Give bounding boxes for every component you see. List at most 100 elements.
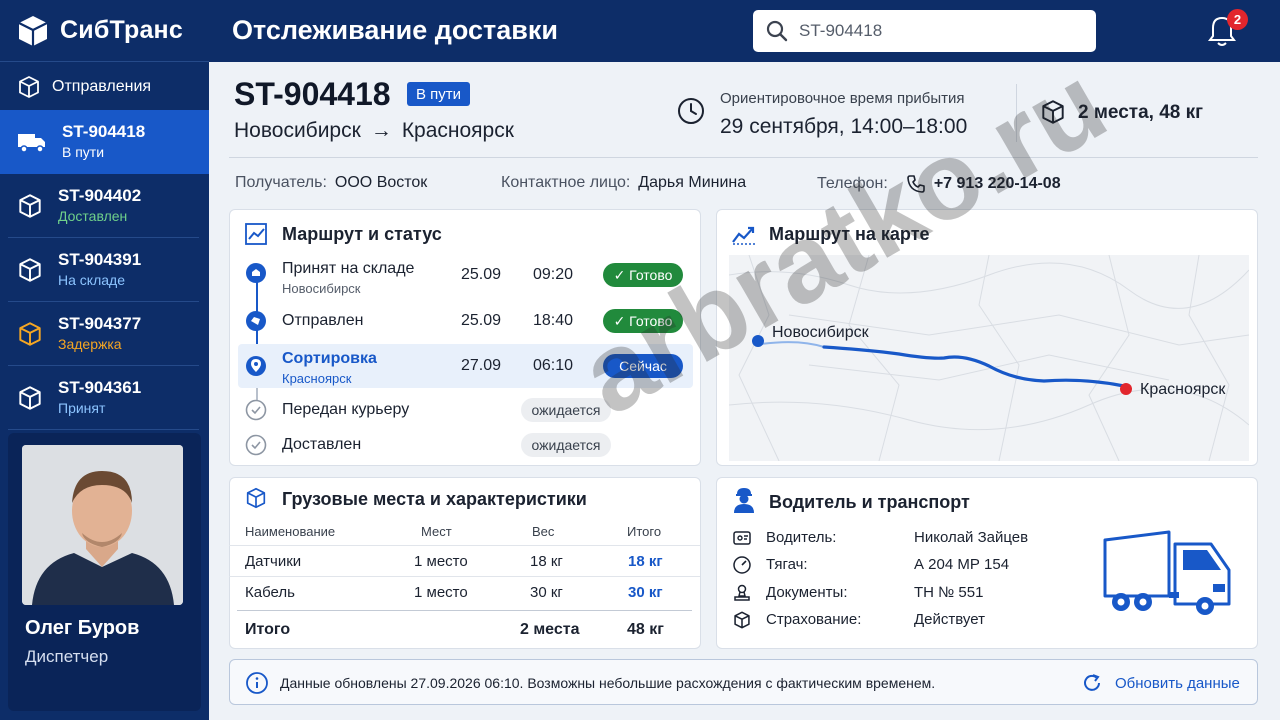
column-header: Наименование [245,524,336,539]
insurance-value: Действует [914,611,985,628]
table-divider [229,576,700,577]
route-origin: Новосибирск [234,119,361,142]
table-divider [229,545,700,546]
cargo-name: Датчики [245,553,302,570]
status-badge: В пути [407,82,471,106]
shipment-status: Задержка [58,336,122,352]
destination-marker [1120,383,1132,395]
shipment-list: ST-904418 В пути ST-904402 Доставлен ST-… [0,110,209,430]
chart-line-icon [245,223,267,245]
box-icon [19,386,41,410]
step-time: 09:20 [533,266,574,283]
step-status-badge: ✓ Готово [603,309,683,333]
timeline-step-current: Сортировка Красноярск 27.09 06:10 Сейчас [238,344,693,388]
nav-shipments[interactable]: Отправления [0,62,209,112]
sidebar-item-ST-904402[interactable]: ST-904402 Доставлен [0,174,209,238]
map-card: Маршрут на карте Новосибирск Красноярск [716,209,1258,466]
driver-label: Водитель: [766,529,837,546]
sidebar-item-ST-904377[interactable]: ST-904377 Задержка [0,302,209,366]
cube-logo-icon [18,15,48,46]
route-status-card: Маршрут и статус Принят на складе Новоси… [229,209,701,466]
step-status-badge: ✓ Готово [603,263,683,287]
cargo-weight: 30 кг [530,584,563,601]
tractor-value: А 204 МР 154 [914,556,1010,573]
sidebar-item-ST-904418[interactable]: ST-904418 В пути [0,110,209,174]
sidebar: СибТранс Отправления ST-904418 В пути ST… [0,0,209,720]
shipment-number: ST-904402 [58,186,142,205]
step-date: 25.09 [461,266,502,283]
step-date: 27.09 [461,357,502,374]
step-status-badge: Сейчас [603,354,683,378]
driver-icon [734,488,754,513]
tractor-label: Тягач: [766,556,808,573]
shipment-status: В пути [62,144,105,160]
cargo-places: 1 место [414,553,468,570]
step-name: Сортировка [282,350,377,367]
step-location: Новосибирск [282,281,361,296]
brand[interactable]: СибТранс [0,0,209,62]
step-name: Отправлен [282,312,364,329]
truck-illustration-icon [1103,530,1231,615]
column-header: Итого [627,524,662,539]
profile-role: Диспетчер [25,647,109,666]
column-header: Вес [532,524,555,539]
gauge-icon [733,556,751,574]
route-status-title: Маршрут и статус [282,224,442,244]
box-icon [246,487,266,509]
cargo-total: 18 кг [628,553,663,570]
avatar [22,445,183,605]
contact-person-label: Контактное лицо: [501,174,631,191]
search-input[interactable] [799,21,1079,41]
brand-name: СибТранс [60,16,183,44]
box-icon [1042,100,1064,124]
recipient: Получатель: ООО Восток [235,174,427,192]
table-divider [237,610,692,611]
phone-value[interactable]: +7 913 220-14-08 [934,175,1061,193]
step-status-badge: ожидается [521,433,611,457]
user-profile[interactable]: Олег Буров Диспетчер [8,433,201,711]
phone: Телефон: +7 913 220-14-08 [817,174,1061,194]
update-notice: Данные обновлены 27.09.2026 06:10. Возмо… [229,659,1258,705]
route-destination: Красноярск [401,119,514,142]
top-bar: Отслеживание доставки 2 [209,0,1280,62]
recipient-label: Получатель: [235,174,327,191]
clock-icon [678,98,704,124]
driver-title: Водитель и транспорт [769,492,970,512]
cargo-title: Грузовые места и характеристики [282,489,587,509]
map-title: Маршрут на карте [769,224,930,244]
divider [1016,84,1017,142]
recipient-value: ООО Восток [334,174,428,191]
nav-shipments-label: Отправления [52,77,152,95]
sidebar-item-ST-904391[interactable]: ST-904391 На складе [0,238,209,302]
arrow-right-icon: → [370,119,392,142]
timeline-step: Доставлен ожидается [230,424,692,468]
cargo-summary-label: Итого [245,621,291,638]
phone-icon [907,175,925,193]
contact-person: Контактное лицо: Дарья Минина [501,174,746,192]
id-card-icon [733,531,751,545]
driver-value: Николай Зайцев [914,529,1029,546]
route-summary: Новосибирск → Красноярск [234,119,514,143]
search-box[interactable] [753,10,1096,52]
update-message: Данные обновлены 27.09.2026 06:10. Возмо… [280,675,936,691]
cargo-places: 1 место [414,584,468,601]
column-header: Мест [421,524,452,539]
avatar-photo [22,445,183,605]
sidebar-item-ST-904361[interactable]: ST-904361 Принят [0,366,209,430]
truck-icon [18,134,45,153]
box-icon [19,258,41,282]
shipment-number: ST-904418 [62,122,146,141]
timeline-step: Отправлен 25.09 18:40 ✓ Готово [230,300,692,344]
refresh-button[interactable]: Обновить данные [1081,669,1240,697]
cargo-total: 30 кг [628,584,663,601]
shipment-number: ST-904391 [58,250,142,269]
step-date: 25.09 [461,312,502,329]
page-title: Отслеживание доставки [232,15,559,45]
shipment-number: ST-904377 [58,314,142,333]
map-origin-label: Новосибирск [772,324,869,341]
insurance-label: Страхование: [766,611,862,628]
shipment-status: Принят [58,400,106,416]
route-map[interactable] [729,255,1249,461]
location-pin-icon [246,356,266,376]
step-time: 18:40 [533,312,574,329]
